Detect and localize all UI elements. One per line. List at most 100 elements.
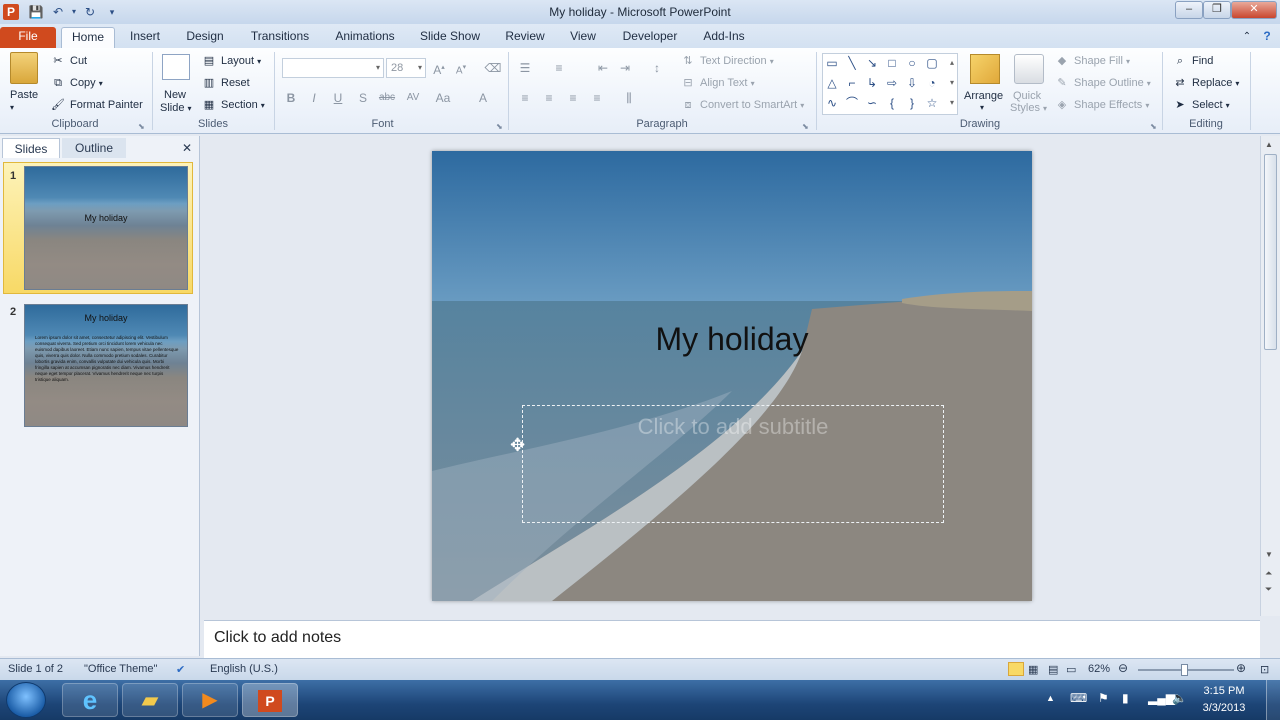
tab-transitions[interactable]: Transitions [245, 27, 315, 48]
tray-device-icon[interactable]: ⌨ [1070, 691, 1087, 705]
italic-button[interactable]: I [305, 90, 323, 106]
shrink-font-icon[interactable]: A▾ [452, 60, 470, 76]
columns-icon[interactable]: ⫼ [620, 90, 638, 106]
font-size-combo[interactable]: 28 ▾ [386, 58, 426, 78]
scroll-up-icon[interactable]: ▲ [1265, 140, 1273, 149]
slide-sorter-view-icon[interactable]: ▦ [1028, 663, 1038, 676]
zoom-in-icon[interactable]: ⊕ [1236, 661, 1246, 675]
rounded-rectangle-shape-icon[interactable]: ▢ [924, 55, 940, 71]
tab-view[interactable]: View [564, 27, 602, 48]
close-button[interactable]: ✕ [1231, 1, 1277, 19]
tab-outline[interactable]: Outline [62, 138, 126, 158]
shape-icon[interactable]: ◔ [924, 75, 940, 91]
slide-1-thumbnail[interactable]: My holiday [24, 166, 188, 290]
gallery-more-icon[interactable]: ▾ [944, 95, 960, 111]
freeform-shape-icon[interactable]: ∽ [864, 95, 880, 111]
tab-insert[interactable]: Insert [124, 27, 166, 48]
previous-slide-icon[interactable]: ⏶ [1265, 568, 1272, 579]
numbering-icon[interactable]: ≡ [550, 60, 568, 76]
volume-icon[interactable]: 🔈 [1172, 691, 1187, 705]
next-slide-icon[interactable]: ⏷ [1265, 584, 1272, 595]
minimize-ribbon-icon[interactable]: ⌃ [1240, 27, 1254, 48]
grow-font-icon[interactable]: A▴ [430, 60, 448, 77]
clipboard-launcher-icon[interactable]: ⬊ [138, 120, 145, 134]
bold-button[interactable]: B [282, 90, 300, 106]
line-spacing-icon[interactable]: ↕ [648, 60, 666, 76]
quick-styles-button[interactable]: Styles ▾ [1010, 101, 1047, 116]
gallery-down-icon[interactable]: ▾ [944, 75, 960, 91]
font-color-icon[interactable]: A [474, 90, 492, 106]
reading-view-icon[interactable]: ▤ [1048, 663, 1058, 676]
subtitle-placeholder[interactable]: Click to add subtitle [522, 405, 944, 523]
tab-developer[interactable]: Developer [618, 27, 682, 48]
align-center-icon[interactable]: ≡ [540, 90, 558, 106]
increase-indent-icon[interactable]: ⇥ [616, 60, 634, 76]
brace-right-shape-icon[interactable]: } [904, 95, 920, 111]
text-direction-button[interactable]: ⇅ Text Direction ▾ [680, 54, 773, 69]
reset-button[interactable]: ▥ Reset [201, 76, 250, 90]
tab-slide-show[interactable]: Slide Show [416, 27, 484, 48]
down-arrow-shape-icon[interactable]: ⇩ [904, 75, 920, 91]
gallery-up-icon[interactable]: ▴ [944, 55, 960, 71]
font-name-combo[interactable]: ▾ [282, 58, 384, 78]
align-text-button[interactable]: ⊟ Align Text ▾ [680, 76, 754, 91]
vertical-scrollbar[interactable]: ▲ ▼ ⏶ ⏷ [1260, 136, 1280, 616]
change-case-icon[interactable]: Aa [434, 90, 452, 106]
show-hidden-icons[interactable]: ▲ [1046, 693, 1055, 703]
clock-date[interactable]: 3/3/2013 [1194, 702, 1254, 714]
layout-button[interactable]: ▤ Layout ▾ [201, 54, 261, 69]
new-slide-icon[interactable] [162, 54, 190, 80]
clear-formatting-icon[interactable]: ⌫ [484, 60, 502, 76]
character-spacing-icon[interactable]: AV [404, 90, 422, 106]
shape-effects-button[interactable]: ◈ Shape Effects ▾ [1054, 98, 1150, 113]
scroll-down-icon[interactable]: ▼ [1265, 550, 1273, 559]
slide-canvas[interactable]: My holiday Click to add subtitle ✥ [432, 151, 1032, 601]
shadow-button[interactable]: S [354, 90, 372, 106]
tab-slides[interactable]: Slides [2, 138, 60, 158]
text-box-shape-icon[interactable]: ▭ [824, 55, 840, 71]
elbow-arrow-shape-icon[interactable]: ↳ [864, 75, 880, 91]
slide-2-thumbnail[interactable]: My holiday Lorem ipsum dolor sit amet, c… [24, 304, 188, 427]
new-slide-line1[interactable]: New [164, 88, 186, 102]
section-button[interactable]: ▦ Section ▾ [201, 98, 265, 113]
zoom-out-icon[interactable]: ⊖ [1118, 661, 1128, 675]
font-launcher-icon[interactable]: ⬊ [496, 120, 503, 134]
close-pane-icon[interactable]: ✕ [178, 138, 196, 158]
bullets-icon[interactable]: ☰ [516, 60, 534, 76]
tab-file[interactable]: File [0, 27, 56, 48]
tab-add-ins[interactable]: Add-Ins [697, 27, 751, 48]
spelling-check-icon[interactable]: ✔ [176, 663, 185, 676]
star-shape-icon[interactable]: ☆ [924, 95, 940, 111]
justify-icon[interactable]: ≡ [588, 90, 606, 106]
shape-outline-button[interactable]: ✎ Shape Outline ▾ [1054, 76, 1150, 91]
arrow-line-shape-icon[interactable]: ↘ [864, 55, 880, 71]
right-arrow-shape-icon[interactable]: ⇨ [884, 75, 900, 91]
convert-smartart-button[interactable]: ⧈ Convert to SmartArt ▾ [680, 98, 805, 113]
strikethrough-button[interactable]: abc [376, 90, 398, 106]
underline-button[interactable]: U [329, 90, 347, 106]
show-desktop-button[interactable] [1266, 680, 1280, 720]
maximize-button[interactable]: ❐ [1203, 1, 1231, 19]
oval-shape-icon[interactable]: ○ [904, 55, 920, 71]
media-player-icon[interactable]: ▶ [182, 683, 238, 717]
triangle-shape-icon[interactable]: △ [824, 75, 840, 91]
quick-styles-icon[interactable] [1014, 54, 1044, 84]
theme-name[interactable]: "Office Theme" [84, 663, 157, 675]
language-indicator[interactable]: English (U.S.) [210, 663, 278, 675]
battery-icon[interactable]: ▮ [1122, 691, 1129, 705]
align-left-icon[interactable]: ≡ [516, 90, 534, 106]
fit-slide-icon[interactable]: ⊡ [1260, 663, 1269, 676]
tab-home[interactable]: Home [61, 27, 115, 48]
line-shape-icon[interactable]: ╲ [844, 55, 860, 71]
normal-view-icon[interactable] [1008, 662, 1024, 676]
brace-left-shape-icon[interactable]: { [884, 95, 900, 111]
curved-connector-shape-icon[interactable]: ∿ [824, 95, 840, 111]
paragraph-launcher-icon[interactable]: ⬊ [802, 120, 809, 134]
help-icon[interactable]: ? [1258, 27, 1276, 48]
clock-time[interactable]: 3:15 PM [1194, 685, 1254, 697]
drawing-launcher-icon[interactable]: ⬊ [1150, 120, 1157, 134]
curve-shape-icon[interactable]: ⌒ [844, 95, 860, 111]
notes-pane[interactable]: Click to add notes [204, 620, 1260, 658]
format-painter-button[interactable]: 🖌 Format Painter [50, 98, 143, 112]
find-button[interactable]: ⌕ Find [1172, 54, 1214, 68]
